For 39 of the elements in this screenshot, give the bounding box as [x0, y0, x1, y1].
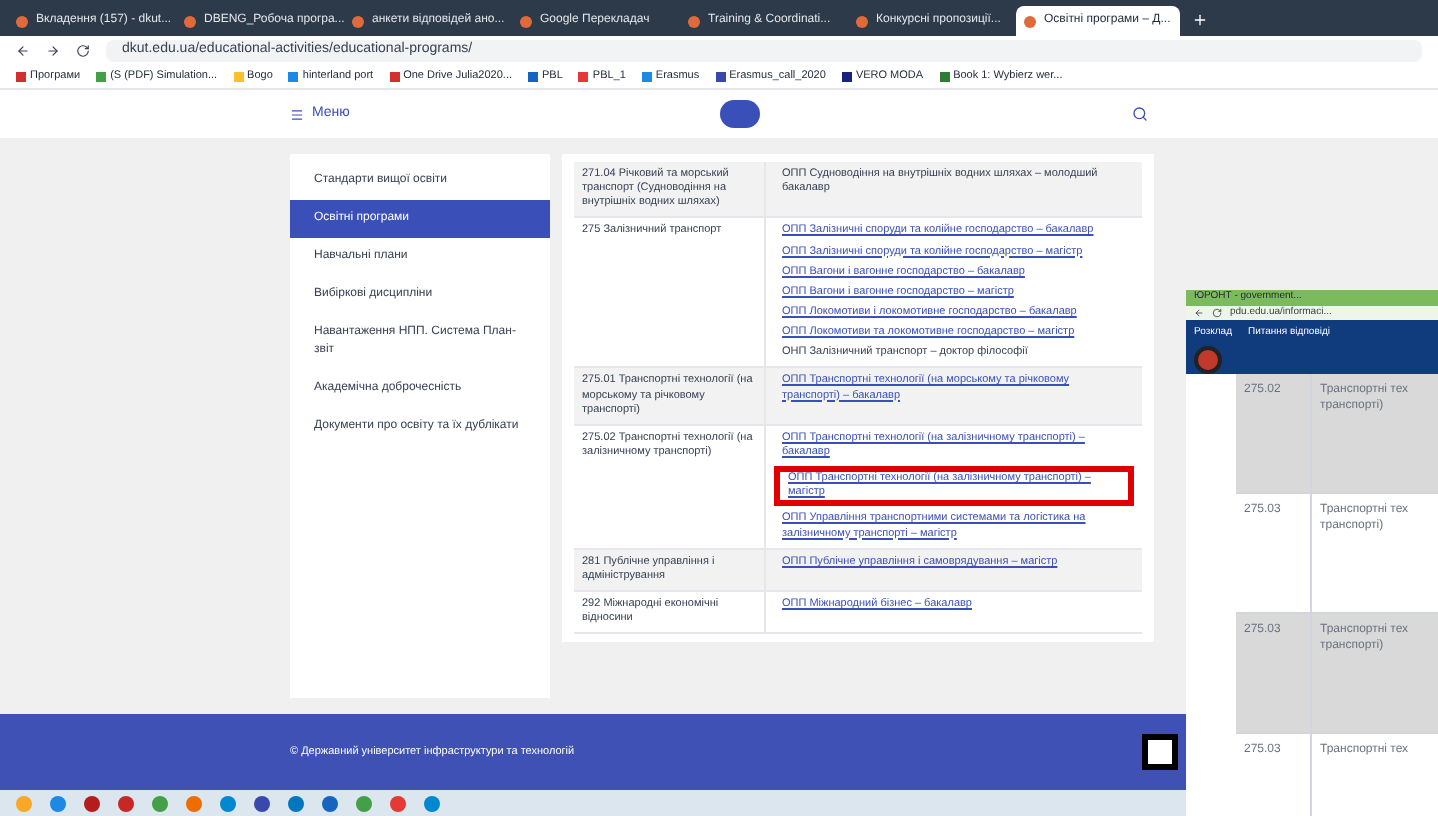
app-icon[interactable] — [84, 795, 100, 811]
app-icon[interactable] — [424, 795, 440, 811]
app-icon[interactable] — [152, 795, 168, 811]
app-icon[interactable] — [220, 795, 236, 811]
bookmark-icon — [715, 72, 726, 82]
app-icon[interactable] — [356, 795, 372, 811]
forward-icon[interactable] — [46, 44, 60, 58]
favicon-icon — [688, 15, 700, 27]
search-icon[interactable] — [1131, 106, 1148, 122]
favicon-icon — [352, 15, 364, 27]
favicon-icon — [856, 15, 868, 27]
bookmark-icon — [389, 72, 400, 82]
favicon-icon — [1024, 15, 1036, 27]
bookmark-icon — [939, 72, 950, 82]
app-icon[interactable] — [118, 795, 134, 811]
menu-icon — [290, 107, 304, 121]
favicon-icon — [184, 15, 196, 27]
bookmark-icon — [16, 72, 26, 82]
bookmark-icon — [841, 72, 852, 82]
back-icon[interactable] — [16, 44, 30, 58]
bookmark-icon — [578, 72, 589, 82]
favicon-icon — [520, 15, 532, 27]
bookmark-icon — [288, 72, 299, 82]
app-icon[interactable] — [322, 795, 338, 811]
app-icon[interactable] — [288, 795, 304, 811]
app-icon[interactable] — [254, 795, 270, 811]
bookmark-icon — [96, 72, 107, 82]
app-icon[interactable] — [50, 795, 66, 811]
logo-icon — [720, 100, 761, 128]
bookmark-icon — [528, 72, 538, 82]
reload-icon[interactable] — [1212, 307, 1222, 318]
reload-icon[interactable] — [76, 44, 90, 58]
app-icon[interactable] — [390, 795, 406, 811]
back-icon[interactable] — [1194, 307, 1204, 318]
bookmark-icon — [233, 72, 244, 82]
new-tab-icon[interactable] — [1192, 12, 1208, 28]
crest-icon — [1194, 345, 1222, 373]
bookmark-icon — [641, 72, 652, 82]
favicon-icon — [16, 15, 28, 27]
